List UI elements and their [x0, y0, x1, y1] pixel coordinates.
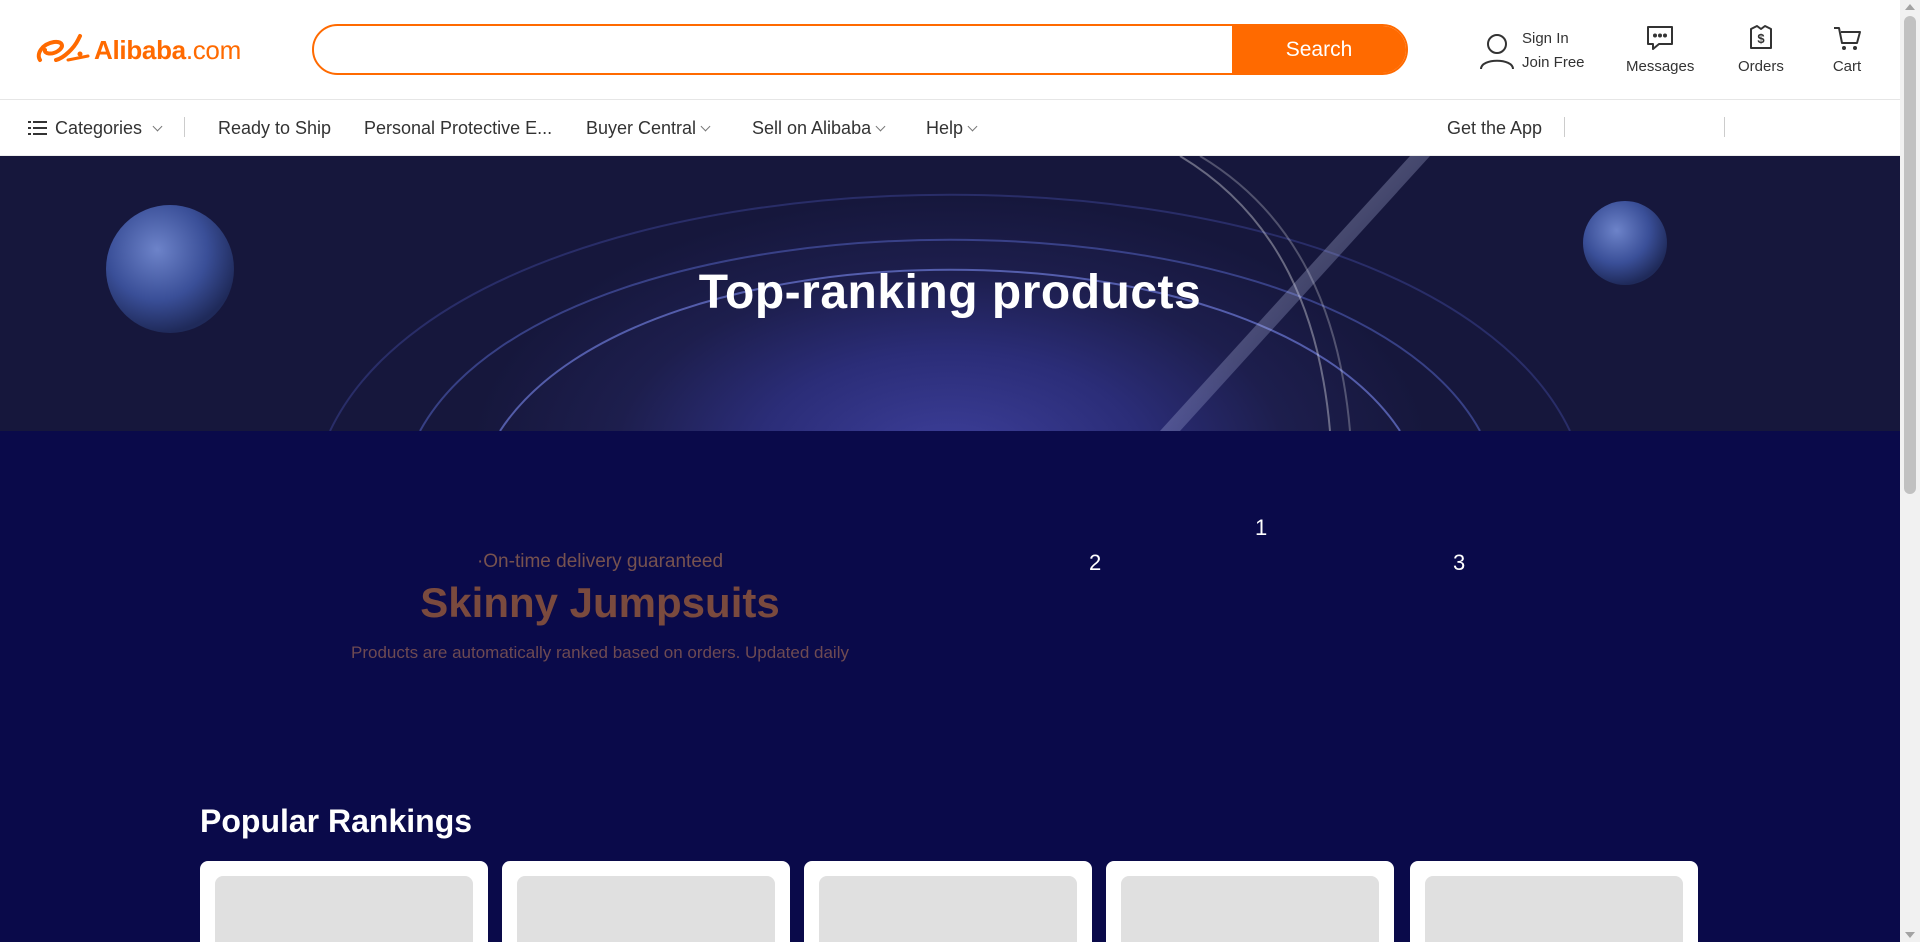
categories-label: Categories	[55, 117, 143, 138]
nav-ready-to-ship[interactable]: Ready to Ship	[218, 100, 331, 156]
cart-icon	[1834, 27, 1861, 50]
categories-menu[interactable]: Categories	[28, 100, 163, 156]
chevron-down-icon	[152, 121, 163, 131]
search-button[interactable]: Search	[1232, 26, 1406, 73]
hero-banner: Top-ranking products	[0, 156, 1900, 431]
rank-number-3: 3	[1453, 550, 1466, 575]
orders-icon: $	[1749, 25, 1772, 49]
card-image-placeholder	[1121, 876, 1379, 942]
logo-suffix: .com	[185, 34, 241, 65]
buyer-central-label: Buyer Central	[586, 117, 697, 138]
get-the-app-link[interactable]: Get the App	[1447, 100, 1542, 156]
list-icon	[28, 121, 47, 135]
ranking-section: ·On-time delivery guaranteed Skinny Jump…	[0, 431, 1900, 942]
messages-button[interactable]: Messages	[1626, 24, 1694, 75]
page-scrollbar[interactable]	[1900, 0, 1920, 942]
nav-divider	[1564, 117, 1565, 137]
ranking-card[interactable]	[502, 861, 790, 942]
nav-divider	[1724, 117, 1725, 137]
rank-number-1: 1	[1255, 515, 1268, 540]
ranking-card[interactable]	[200, 861, 488, 942]
chevron-down-icon	[967, 121, 978, 131]
card-image-placeholder	[819, 876, 1077, 942]
rank-number-2: 2	[1089, 550, 1102, 575]
orders-button[interactable]: $ Orders	[1738, 24, 1784, 75]
help-label: Help	[926, 117, 964, 138]
delivery-badge: ·On-time delivery guaranteed	[476, 551, 724, 572]
cart-button[interactable]: Cart	[1832, 24, 1862, 75]
ranking-title[interactable]: Skinny Jumpsuits	[300, 579, 900, 627]
banner-title: Top-ranking products	[698, 266, 1202, 319]
search-input[interactable]	[314, 26, 1232, 73]
chevron-down-icon	[700, 121, 711, 131]
card-image-placeholder	[215, 876, 473, 942]
alibaba-logo[interactable]: Alibaba.com	[34, 30, 241, 70]
alibaba-logo-icon	[36, 34, 90, 62]
nav-personal-protective[interactable]: Personal Protective E...	[364, 100, 552, 156]
nav-sell-on-alibaba[interactable]: Sell on Alibaba	[752, 100, 886, 156]
popular-rankings-cards	[200, 861, 1698, 942]
scroll-up-arrow-icon[interactable]	[1905, 4, 1915, 10]
scrollbar-thumb[interactable]	[1904, 16, 1916, 494]
join-free-link[interactable]: Join Free	[1522, 51, 1585, 75]
orders-label: Orders	[1738, 58, 1784, 75]
ranking-card[interactable]	[1106, 861, 1394, 942]
popular-rankings-heading: Popular Rankings	[200, 803, 473, 839]
ranking-description: Products are automatically ranked based …	[350, 643, 849, 662]
sub-navigation: Categories Ready to Ship Personal Protec…	[0, 100, 1900, 156]
sell-on-alibaba-label: Sell on Alibaba	[752, 117, 872, 138]
logo-text: Alibaba.com	[94, 35, 241, 66]
nav-help[interactable]: Help	[926, 100, 978, 156]
sign-in-link[interactable]: Sign In	[1522, 27, 1585, 51]
ranking-card[interactable]	[804, 861, 1092, 942]
card-image-placeholder	[1425, 876, 1683, 942]
ranking-card[interactable]	[1410, 861, 1698, 942]
scroll-down-arrow-icon[interactable]	[1905, 932, 1915, 938]
messages-label: Messages	[1626, 58, 1695, 75]
sign-in-area[interactable]: Sign In Join Free	[1478, 27, 1585, 75]
chevron-down-icon	[875, 121, 886, 131]
nav-buyer-central[interactable]: Buyer Central	[586, 100, 711, 156]
card-image-placeholder	[517, 876, 775, 942]
user-icon	[1480, 34, 1514, 70]
search-bar: Search	[312, 24, 1408, 75]
cart-label: Cart	[1832, 58, 1862, 75]
svg-text:$: $	[1757, 31, 1765, 46]
nav-divider	[184, 117, 185, 137]
message-icon	[1647, 26, 1674, 50]
logo-brand: Alibaba	[94, 34, 186, 65]
top-header: Alibaba.com Search Sign In Join Free Mes…	[0, 0, 1900, 100]
